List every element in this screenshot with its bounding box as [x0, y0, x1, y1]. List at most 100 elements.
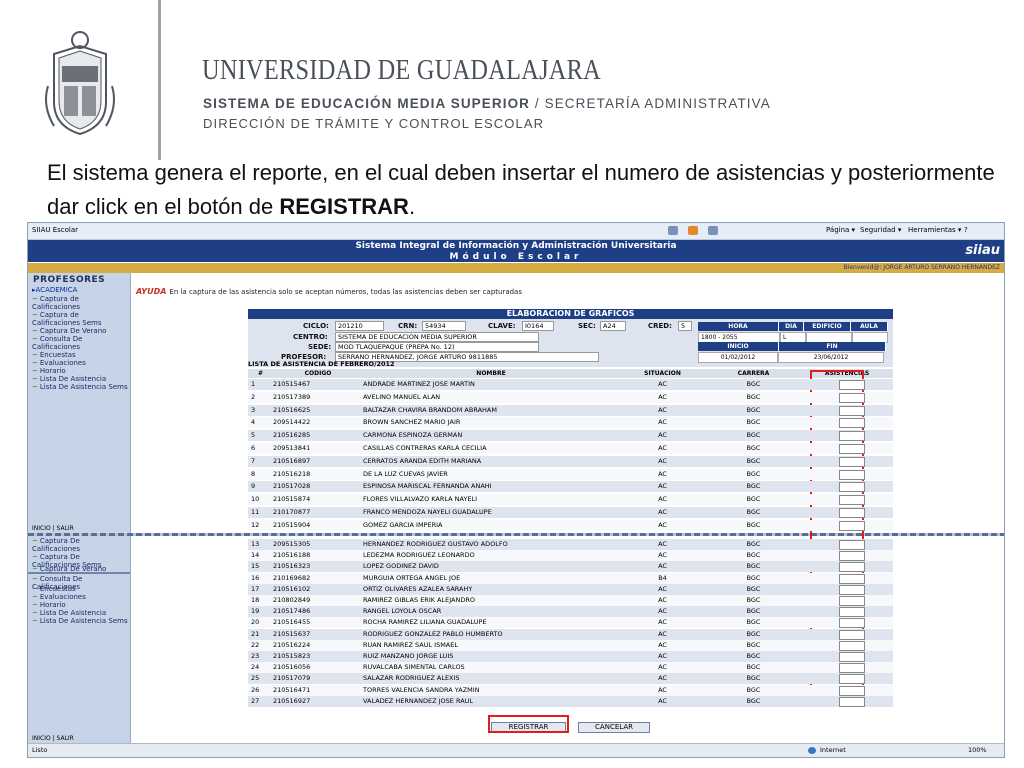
sidebar-item-captura-sems[interactable]: ~ Captura de Calificaciones Sems	[32, 311, 128, 327]
sidebar-item-consulta[interactable]: ~ Consulta De Calificaciones	[32, 335, 128, 351]
sidebar-item-horario[interactable]: ~ Horario	[32, 367, 128, 375]
help-message: AYUDA En la captura de las asistencia sol…	[136, 287, 522, 296]
browser-tab[interactable]: SIIAU Escolar	[32, 226, 78, 234]
asistencias-input[interactable]	[839, 696, 865, 707]
asistencias-cell	[801, 392, 893, 403]
menu-help[interactable]: ?	[964, 226, 968, 234]
row-number: 11	[251, 508, 260, 516]
asistencias-input[interactable]	[839, 380, 865, 390]
table-row: 16 210169682 MURGUIA ORTEGA ANGEL JOE B4 BGC	[248, 572, 893, 584]
row-nombre: CERRATOS ARANDA EDITH MARIANA	[363, 456, 482, 465]
asistencias-input[interactable]	[839, 392, 865, 403]
row-situacion: AC	[658, 392, 667, 401]
menu-page[interactable]: Página ▾	[826, 226, 855, 234]
asistencias-input[interactable]	[839, 596, 865, 606]
row-codigo: 210516471	[273, 685, 311, 694]
registrar-highlight-box	[488, 715, 569, 733]
asistencias-input[interactable]	[839, 456, 865, 467]
sidebar-item-captura[interactable]: ~ Captura de Calificaciones	[32, 295, 128, 311]
table-row: 2 210517389 AVELINO MANUEL ALAN AC BGC	[248, 391, 893, 403]
sidebar-footer-links[interactable]: INICIO | SALIR	[32, 525, 74, 532]
asistencias-input[interactable]	[839, 674, 865, 685]
table-row: 10 210515874 FLORES VILLALVAZO KARLA NAYEL…	[248, 494, 893, 506]
asistencias-input[interactable]	[839, 573, 865, 584]
sidebar-item-lista-sems-2[interactable]: ~ Lista De Asistencia Sems	[32, 617, 128, 625]
asistencias-input[interactable]	[839, 607, 865, 618]
sidebar-item-encuestas[interactable]: ~ Encuestas	[32, 351, 128, 359]
asistencias-cell	[801, 606, 893, 618]
asistencias-input[interactable]	[839, 618, 865, 629]
asistencias-input[interactable]	[839, 551, 865, 562]
asistencias-cell	[801, 640, 893, 651]
sidebar-item-captura-verano[interactable]: ~ Captura De Verano	[32, 327, 128, 335]
row-carrera: BGC	[746, 520, 761, 529]
sidebar-item-captura-2[interactable]: ~ Captura De Calificaciones	[32, 537, 128, 553]
asistencias-cell	[801, 539, 893, 550]
table-row: 12 210515904 GOMEZ GARCIA IMPERIA AC BGC	[248, 519, 893, 531]
ciclo-label: CICLO:	[303, 322, 329, 330]
asistencias-cell	[801, 629, 893, 640]
sidebar-item-horario-2[interactable]: ~ Horario	[32, 601, 128, 609]
row-number: 9	[251, 482, 256, 491]
sidebar-item-lista-2[interactable]: ~ Lista De Asistencia	[32, 609, 128, 617]
asistencias-cell	[801, 443, 893, 454]
asistencias-input[interactable]	[839, 663, 865, 674]
col-codigo: CODIGO	[304, 370, 332, 377]
home-icon[interactable]	[668, 226, 678, 235]
asistencias-input[interactable]	[839, 418, 865, 429]
internet-zone-icon	[808, 747, 816, 754]
sidebar-item-academica[interactable]: ▸ACADEMICA	[32, 286, 128, 294]
asistencias-input[interactable]	[839, 520, 865, 531]
row-codigo: 210516927	[273, 696, 311, 705]
sidebar-footer-links-2[interactable]: INICIO | SALIR	[32, 735, 74, 742]
asistencias-cell	[801, 494, 893, 506]
asistencias-cell	[801, 507, 893, 518]
asistencias-input[interactable]	[839, 562, 865, 573]
sidebar-item-evaluaciones[interactable]: ~ Evaluaciones	[32, 359, 128, 367]
menu-security[interactable]: Seguridad ▾	[860, 226, 901, 234]
asistencias-input[interactable]	[839, 405, 865, 416]
row-nombre: ROCHA RAMIREZ LILIANA GUADALUPE	[363, 618, 487, 627]
menu-tools[interactable]: Herramientas ▾	[908, 226, 961, 234]
asistencias-input[interactable]	[839, 629, 865, 640]
sidebar-item-captura-verano-2[interactable]: ~ Captura De Verano	[32, 565, 128, 573]
sidebar-item-evaluaciones-2[interactable]: ~ Evaluaciones	[32, 593, 128, 601]
asistencias-input[interactable]	[839, 652, 865, 662]
university-title: UNIVERSIDAD DE GUADALAJARA	[202, 54, 601, 86]
module-title: Módulo Escolar	[449, 252, 583, 262]
table-row: 9 210517028 ESPINOSA MARISCAL FERNANDA ANA…	[248, 481, 893, 493]
row-carrera: BGC	[746, 663, 761, 672]
asistencias-input[interactable]	[839, 640, 865, 651]
sidebar-item-lista[interactable]: ~ Lista De Asistencia	[32, 375, 128, 383]
row-codigo: 210170877	[273, 508, 311, 516]
sede-value: MOD TLAQUEPAQUE (PREPA No. 12)	[335, 342, 539, 352]
asistencias-input[interactable]	[839, 508, 865, 518]
sched-head-edificio: EDIFICIO	[804, 322, 851, 331]
asistencias-input[interactable]	[839, 431, 865, 442]
cancelar-button[interactable]: CANCELAR	[578, 722, 650, 733]
row-carrera: BGC	[746, 508, 761, 516]
asistencias-input[interactable]	[839, 495, 865, 506]
asistencias-input[interactable]	[839, 685, 865, 696]
row-situacion: AC	[658, 696, 667, 705]
asistencias-input[interactable]	[839, 482, 865, 493]
row-number: 17	[251, 584, 260, 593]
asistencias-input[interactable]	[839, 469, 865, 480]
sidebar-item-encuestas-2[interactable]: ~ Encuestas	[32, 585, 128, 593]
asistencias-input[interactable]	[839, 444, 865, 454]
row-codigo: 210516323	[273, 562, 311, 571]
asistencias-input[interactable]	[839, 584, 865, 595]
cred-label: CRED:	[648, 322, 672, 330]
clave-label: CLAVE:	[488, 322, 516, 330]
row-situacion: AC	[658, 652, 667, 660]
asistencias-input[interactable]	[839, 540, 865, 550]
feeds-icon[interactable]	[688, 226, 698, 235]
sidebar-item-lista-sems[interactable]: ~ Lista De Asistencia Sems	[32, 383, 128, 391]
row-carrera: BGC	[746, 482, 761, 491]
row-nombre: AVELINO MANUEL ALAN	[363, 392, 441, 401]
row-number: 2	[251, 392, 256, 401]
zoom-level[interactable]: 100%	[968, 744, 987, 757]
row-codigo: 210517486	[273, 607, 311, 616]
table-row: 13 209515305 HERNANDEZ RODRIGUEZ GUSTAVO A…	[248, 539, 893, 550]
print-icon[interactable]	[708, 226, 718, 235]
